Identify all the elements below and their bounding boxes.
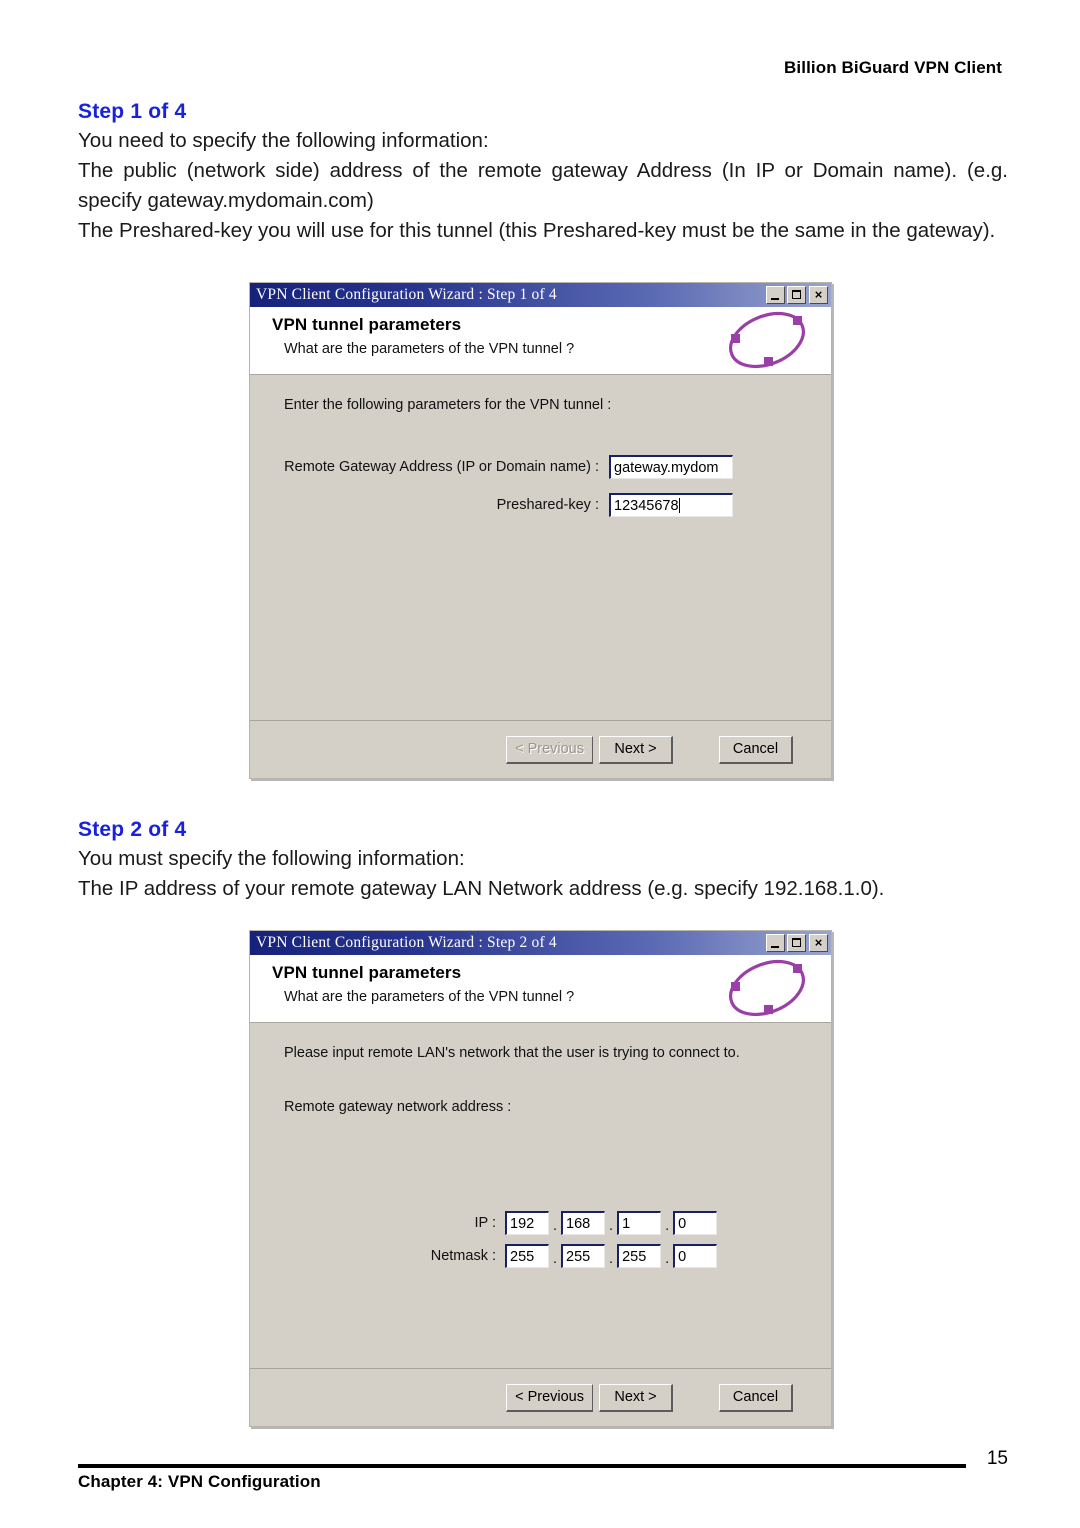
step-2-heading: Step 2 of 4 xyxy=(78,818,187,841)
preshared-key-row: Preshared-key : 12345678 xyxy=(250,493,733,517)
minimize-icon[interactable] xyxy=(766,286,785,304)
dialog1-titlebar[interactable]: VPN Client Configuration Wizard : Step 1… xyxy=(250,283,831,307)
vpn-ring-icon xyxy=(719,957,815,1024)
close-glyph: × xyxy=(814,287,823,302)
netmask-row: Netmask : 255 . 255 . 255 . 0 xyxy=(400,1244,831,1268)
dialog1-window-controls[interactable]: × xyxy=(766,286,828,304)
dialog2-title-text: VPN Client Configuration Wizard : Step 2… xyxy=(256,934,557,951)
step-2-paragraph-2: The IP address of your remote gateway LA… xyxy=(78,877,885,900)
page-header-title: Billion BiGuard VPN Client xyxy=(784,58,1002,77)
ip-separator-3: . xyxy=(665,1218,670,1234)
network-address-group: IP : 192 . 168 . 1 . 0 Netmask : 255 . 2… xyxy=(250,1211,831,1268)
page-footer: 15 Chapter 4: VPN Configuration xyxy=(78,1448,1008,1492)
dialog1-field-group: Remote Gateway Address (IP or Domain nam… xyxy=(250,455,831,517)
step-1-paragraph-3: The Preshared-key you will use for this … xyxy=(78,219,996,242)
remote-gateway-address-input[interactable]: gateway.mydom xyxy=(609,455,733,479)
next-button[interactable]: Next > xyxy=(599,1383,673,1412)
netmask-octet-2[interactable]: 255 xyxy=(561,1244,606,1268)
remote-gateway-address-label: Remote Gateway Address (IP or Domain nam… xyxy=(284,459,599,475)
dialog1-intro-text: Enter the following parameters for the V… xyxy=(284,397,612,413)
close-glyph: × xyxy=(814,935,823,950)
step-1-paragraph-1: You need to specify the following inform… xyxy=(78,129,489,152)
cancel-button[interactable]: Cancel xyxy=(719,1383,793,1412)
netmask-separator-1: . xyxy=(553,1251,558,1267)
ip-label: IP : xyxy=(474,1215,497,1231)
minimize-icon[interactable] xyxy=(766,934,785,952)
maximize-icon[interactable] xyxy=(787,286,806,304)
dialog2-body: Please input remote LAN's network that t… xyxy=(250,1023,831,1368)
remote-network-address-label: Remote gateway network address : xyxy=(284,1099,512,1115)
netmask-octet-3[interactable]: 255 xyxy=(617,1244,662,1268)
ip-separator-2: . xyxy=(609,1218,614,1234)
step-1-heading: Step 1 of 4 xyxy=(78,100,187,123)
document-body: Step 1 of 4 You need to specify the foll… xyxy=(78,100,1008,246)
dialog1-title-text: VPN Client Configuration Wizard : Step 1… xyxy=(256,286,557,303)
footer-divider xyxy=(78,1464,966,1468)
preshared-key-input[interactable]: 12345678 xyxy=(609,493,733,517)
netmask-octet-4[interactable]: 0 xyxy=(673,1244,718,1268)
wizard-dialog-step-2[interactable]: VPN Client Configuration Wizard : Step 2… xyxy=(249,930,832,1427)
dialog2-header: VPN tunnel parameters What are the param… xyxy=(250,955,831,1023)
netmask-separator-3: . xyxy=(665,1251,670,1267)
dialog2-titlebar[interactable]: VPN Client Configuration Wizard : Step 2… xyxy=(250,931,831,955)
vpn-ring-icon xyxy=(719,309,815,376)
dialog2-window-controls[interactable]: × xyxy=(766,934,828,952)
wizard-dialog-step-1[interactable]: VPN Client Configuration Wizard : Step 1… xyxy=(249,282,832,779)
ip-octet-4[interactable]: 0 xyxy=(673,1211,718,1235)
preshared-key-value: 12345678 xyxy=(614,498,679,514)
ip-address-row: IP : 192 . 168 . 1 . 0 xyxy=(400,1211,831,1235)
page-number: 15 xyxy=(986,1448,1008,1469)
ip-separator-1: . xyxy=(553,1218,558,1234)
netmask-octet-1[interactable]: 255 xyxy=(505,1244,549,1268)
netmask-label: Netmask : xyxy=(430,1248,496,1264)
preshared-key-label: Preshared-key : xyxy=(496,497,599,513)
step-1-paragraph-2: The public (network side) address of the… xyxy=(78,159,1008,212)
ip-octet-3[interactable]: 1 xyxy=(617,1211,662,1235)
maximize-icon[interactable] xyxy=(787,934,806,952)
cancel-button[interactable]: Cancel xyxy=(719,735,793,764)
ip-octet-1[interactable]: 192 xyxy=(505,1211,549,1235)
dialog2-intro-text: Please input remote LAN's network that t… xyxy=(284,1045,740,1061)
step-2-paragraph-1: You must specify the following informati… xyxy=(78,847,465,870)
next-button[interactable]: Next > xyxy=(599,735,673,764)
close-icon[interactable]: × xyxy=(809,934,828,952)
dialog1-header: VPN tunnel parameters What are the param… xyxy=(250,307,831,375)
dialog1-body: Enter the following parameters for the V… xyxy=(250,375,831,720)
document-body-2: Step 2 of 4 You must specify the followi… xyxy=(78,818,1008,904)
previous-button[interactable]: < Previous xyxy=(506,735,593,764)
text-caret xyxy=(678,498,680,513)
dialog1-footer: < Previous Next > Cancel xyxy=(250,720,831,778)
dialog2-footer: < Previous Next > Cancel xyxy=(250,1368,831,1426)
footer-chapter-label: Chapter 4: VPN Configuration xyxy=(78,1472,321,1491)
close-icon[interactable]: × xyxy=(809,286,828,304)
remote-gateway-address-row: Remote Gateway Address (IP or Domain nam… xyxy=(250,455,733,479)
ip-octet-2[interactable]: 168 xyxy=(561,1211,606,1235)
netmask-separator-2: . xyxy=(609,1251,614,1267)
previous-button[interactable]: < Previous xyxy=(506,1383,593,1412)
